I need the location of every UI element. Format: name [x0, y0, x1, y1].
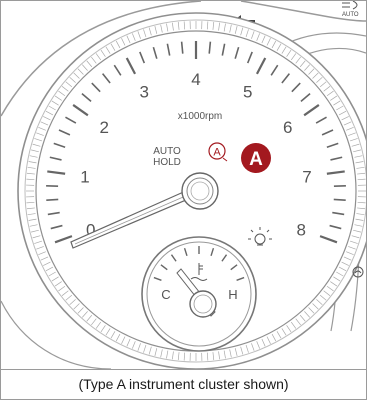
tachometer-numeral: 8 — [297, 220, 306, 239]
auto-hold-glyph: A — [213, 147, 221, 159]
auto-light-icon: AUTO — [342, 1, 359, 18]
tachometer-numeral: 3 — [140, 83, 149, 102]
tachometer-numeral: 7 — [302, 167, 311, 186]
tachometer-numeral: 2 — [100, 118, 109, 137]
auto-hold-line1: AUTO — [153, 146, 181, 157]
housing-outline — [240, 1, 366, 22]
tachometer-numeral: 5 — [243, 83, 252, 102]
figure-caption: (Type A instrument cluster shown) — [1, 369, 366, 399]
tachometer-hub — [181, 172, 219, 210]
tachometer-tick — [46, 198, 59, 201]
tachometer-tick — [333, 198, 346, 201]
callout-a-badge: A — [241, 143, 271, 173]
auto-hold-line2: HOLD — [153, 157, 181, 168]
auto-light-label: AUTO — [342, 12, 359, 18]
temp-cold-label: C — [161, 287, 170, 302]
tachometer-numeral: 1 — [80, 167, 89, 186]
temp-gauge-hub — [189, 290, 217, 318]
callout-a-letter: A — [249, 149, 263, 170]
tachometer-numeral: 4 — [191, 70, 200, 89]
cluster-illustration: AUTO 012345678 x1000rpm AUTO HOLD A A C … — [1, 1, 366, 369]
instrument-cluster-figure: AUTO 012345678 x1000rpm AUTO HOLD A A C … — [0, 0, 367, 400]
temp-hot-label: H — [228, 287, 237, 302]
tachometer-numeral: 6 — [283, 118, 292, 137]
rpm-unit-label: x1000rpm — [178, 111, 222, 122]
